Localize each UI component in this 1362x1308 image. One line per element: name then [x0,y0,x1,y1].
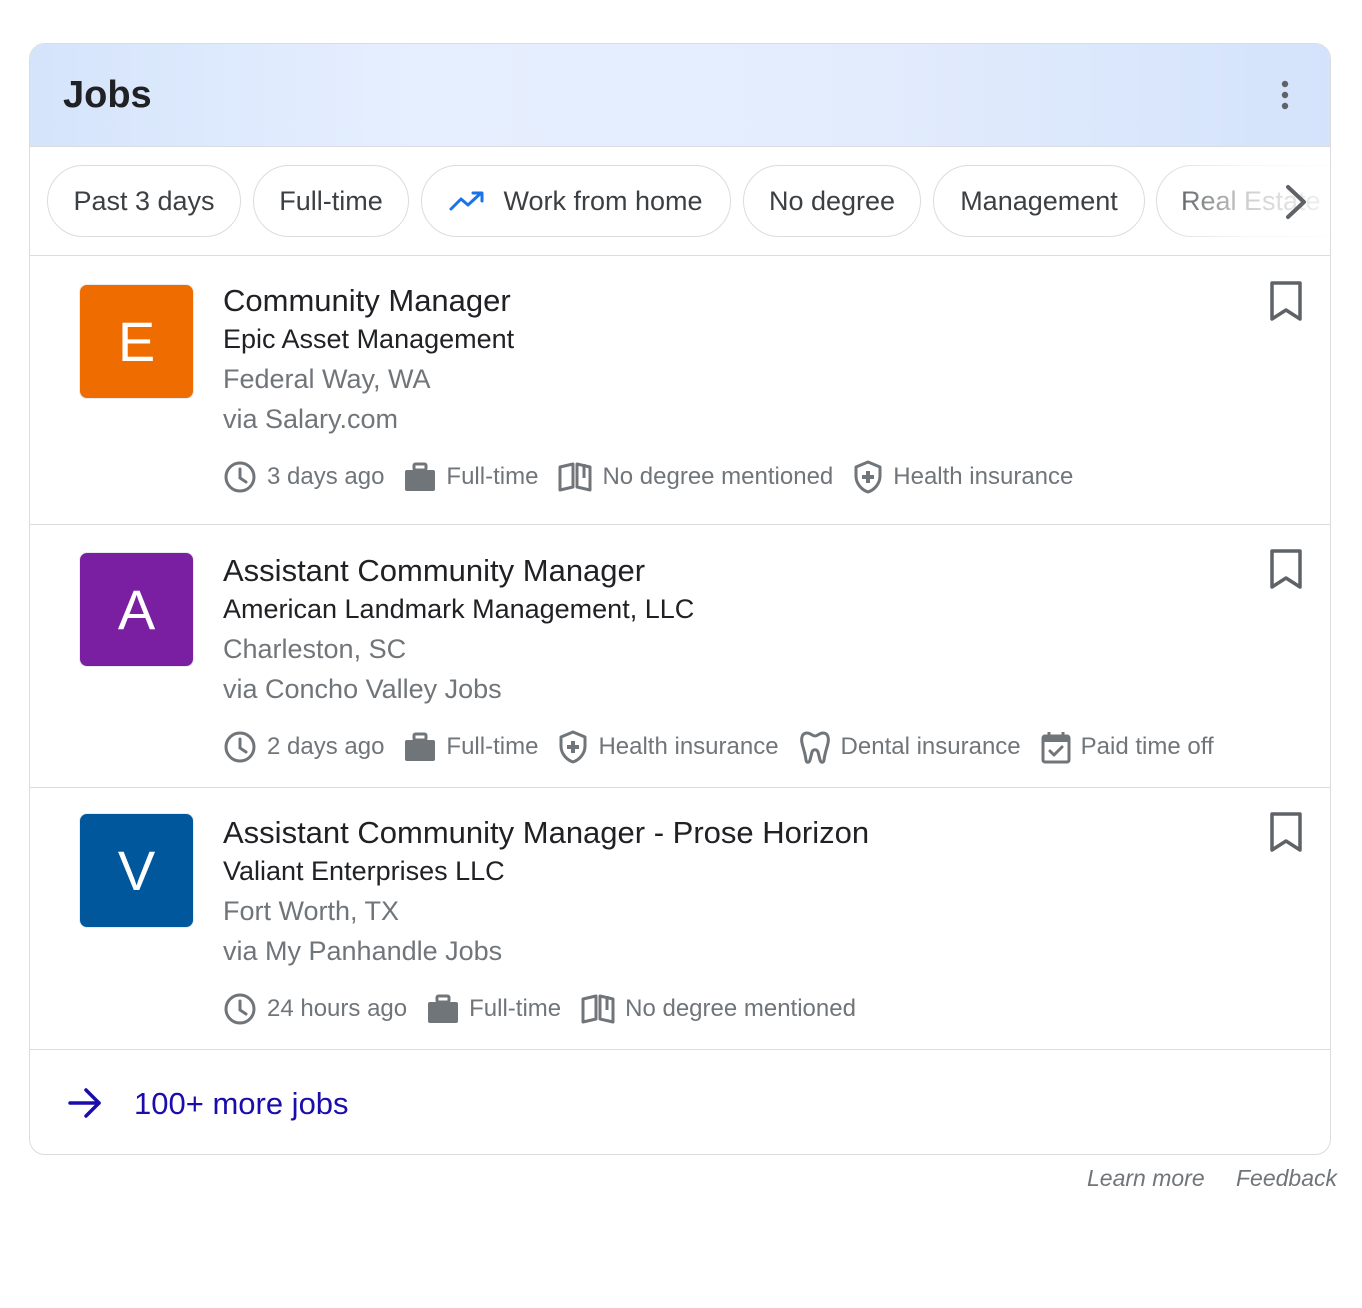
arrow-right-icon [67,1086,103,1125]
job-listing[interactable]: V Assistant Community Manager - Prose Ho… [30,788,1330,1050]
attr-health: Health insurance [853,460,1073,494]
attr-dental: Dental insurance [799,730,1021,764]
job-title[interactable]: Assistant Community Manager - Prose Hori… [223,815,869,851]
attr-degree: No degree mentioned [558,462,833,492]
bookmark-icon[interactable] [1268,811,1304,853]
tooth-icon [799,731,830,764]
attr-health: Health insurance [558,730,779,764]
chevron-right-icon[interactable] [1280,184,1310,220]
job-source: via Salary.com [223,404,399,434]
book-icon [558,462,592,492]
logo-letter: A [117,578,156,641]
chip-label: Full-time [279,185,383,216]
clock-icon [224,731,256,763]
book-icon [581,994,615,1024]
chip-work-from-home[interactable]: Work from home [421,165,731,237]
chip-management[interactable]: Management [933,165,1145,237]
jobs-card: Jobs Past 3 days Full-time Work from hom… [29,43,1331,1155]
job-listing[interactable]: A Assistant Community Manager American L… [30,525,1330,788]
attr-job-type: Full-time [404,732,538,762]
calendar-check-icon [1041,732,1071,764]
more-options-icon[interactable] [1270,78,1300,112]
chip-label: Past 3 days [73,185,215,216]
job-source: via Concho Valley Jobs [223,674,502,704]
job-location: Fort Worth, TX [223,896,400,926]
job-source: via My Panhandle Jobs [223,936,503,966]
more-jobs-label: 100+ more jobs [134,1086,349,1121]
briefcase-icon [428,994,459,1023]
attr-job-type: Full-time [404,462,538,492]
chip-label: Work from home [503,185,703,216]
job-attributes: 3 days ago Full-time No degree mentioned… [223,460,1093,494]
learn-more-link[interactable]: Learn more [1087,1165,1205,1192]
attr-job-type: Full-time [427,994,561,1024]
job-company: Valiant Enterprises LLC [223,856,505,886]
chip-no-degree[interactable]: No degree [743,165,921,237]
company-logo: E [79,284,194,399]
more-jobs-link[interactable]: 100+ more jobs [30,1050,1330,1154]
job-listing[interactable]: E Community Manager Epic Asset Managemen… [30,256,1330,525]
attr-posted: 2 days ago [223,730,384,764]
job-title[interactable]: Community Manager [223,283,511,319]
clock-icon [224,461,256,493]
job-location: Charleston, SC [223,634,407,664]
attr-pto: Paid time off [1041,730,1214,764]
chip-full-time[interactable]: Full-time [253,165,409,237]
briefcase-icon [405,732,436,761]
clock-icon [224,993,256,1025]
attr-posted: 3 days ago [223,460,384,494]
job-company: American Landmark Management, LLC [223,594,695,624]
logo-letter: E [117,310,156,373]
job-attributes: 24 hours ago Full-time No degree mention… [223,992,876,1026]
attr-degree: No degree mentioned [581,994,856,1024]
job-company: Epic Asset Management [223,324,515,354]
feedback-link[interactable]: Feedback [1236,1165,1337,1192]
company-logo: A [79,552,194,667]
filter-chips: Past 3 days Full-time Work from home No … [30,148,1330,256]
job-location: Federal Way, WA [223,364,431,394]
chip-label: Management [960,185,1118,216]
jobs-title: Jobs [63,74,152,116]
jobs-header: Jobs [30,44,1330,147]
attr-posted: 24 hours ago [223,992,407,1026]
health-shield-icon [559,730,587,764]
trending-up-icon [449,190,485,212]
chip-label: No degree [768,185,896,216]
logo-letter: V [117,839,156,902]
briefcase-icon [405,462,436,491]
health-shield-icon [854,460,882,494]
chip-past-3-days[interactable]: Past 3 days [47,165,241,237]
job-attributes: 2 days ago Full-time Health insurance De… [223,730,1234,764]
job-title[interactable]: Assistant Community Manager [223,553,645,589]
bookmark-icon[interactable] [1268,280,1304,322]
bookmark-icon[interactable] [1268,548,1304,590]
company-logo: V [79,813,194,928]
